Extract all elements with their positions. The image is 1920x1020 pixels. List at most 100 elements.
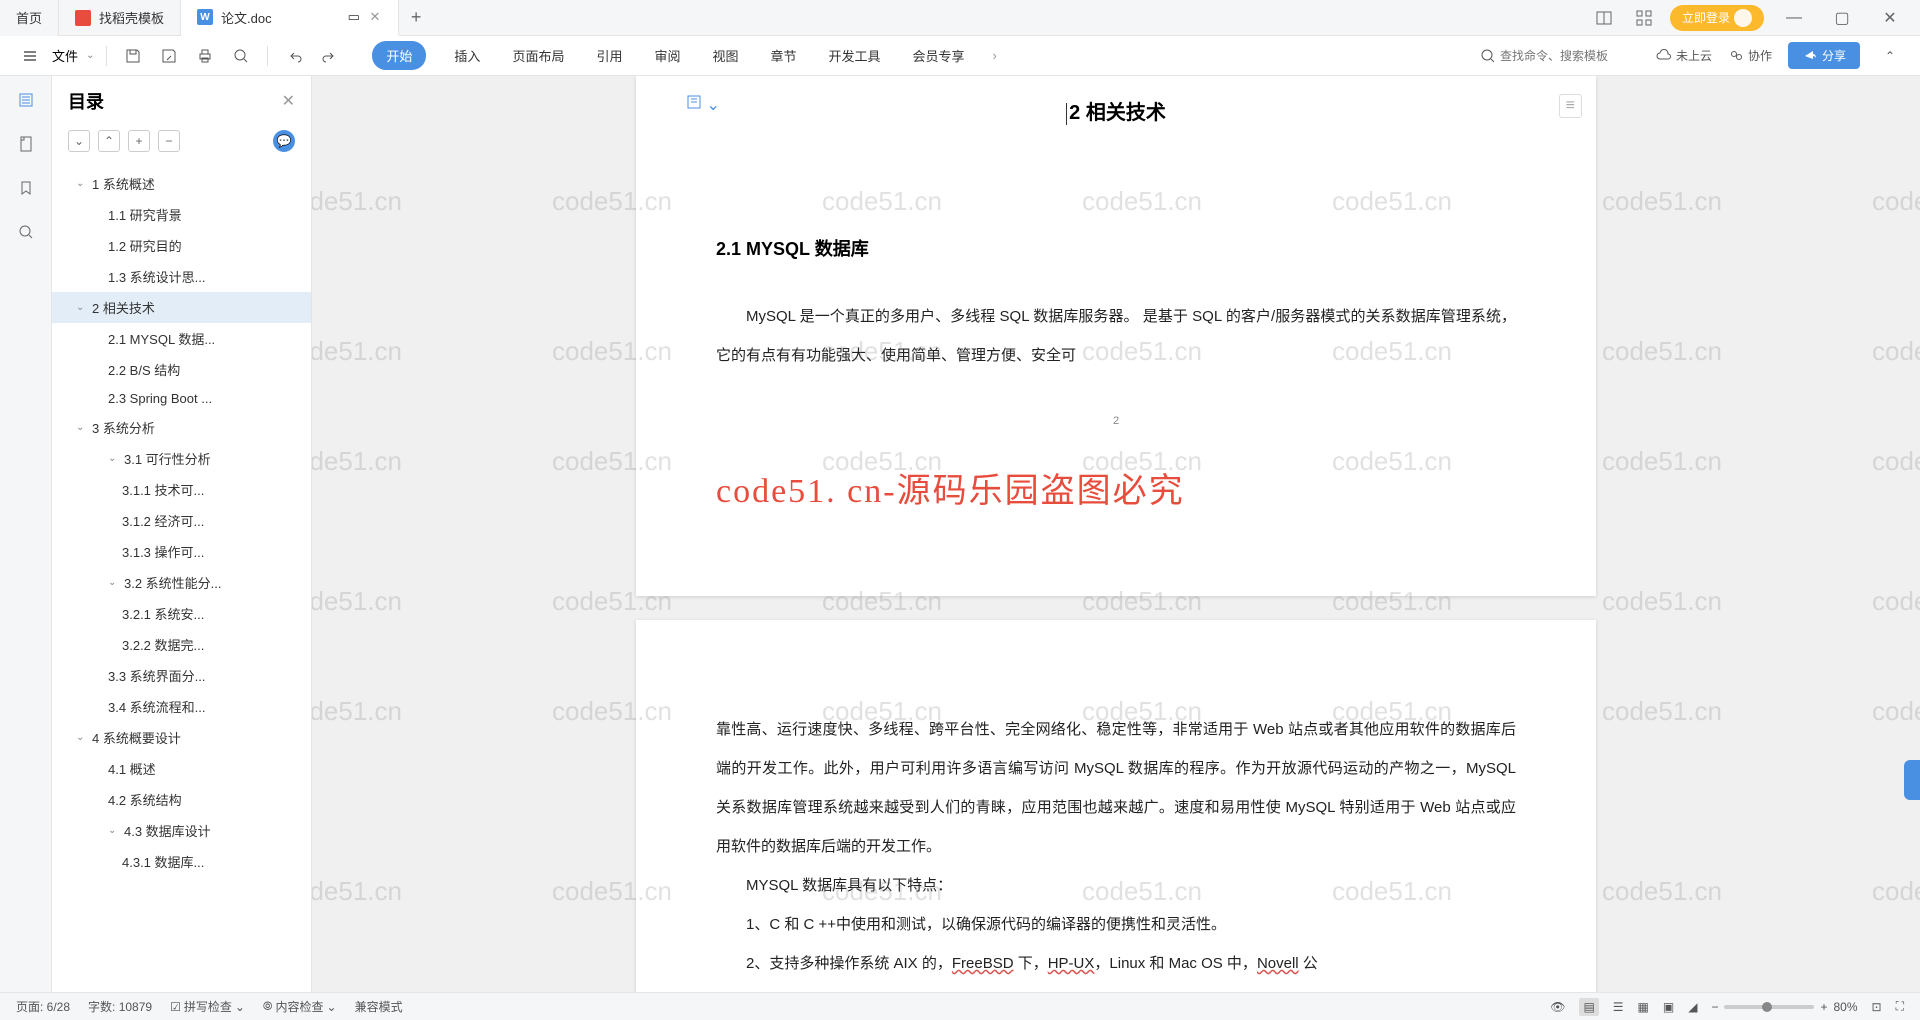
status-view-outline-icon[interactable]: ☰ [1613, 1000, 1624, 1014]
outline-item[interactable]: ⌄4 系统概要设计 [52, 722, 311, 753]
document-area[interactable]: ⌄ ≡ 2 相关技术 2.1 MYSQL 数据库 MySQL 是一个真正的多用户… [312, 76, 1920, 992]
outline-item[interactable]: 1.3 系统设计思... [52, 261, 311, 292]
outline-item[interactable]: 3.4 系统流程和... [52, 691, 311, 722]
rail-page-icon[interactable] [14, 132, 38, 156]
outline-chat-icon[interactable]: 💬 [273, 130, 295, 152]
save-icon[interactable] [119, 42, 147, 70]
zoom-in-button[interactable]: + [1820, 1000, 1827, 1014]
apps-icon[interactable] [1630, 4, 1658, 32]
zoom-out-button[interactable]: − [1711, 1000, 1718, 1014]
outline-item[interactable]: 4.1 概述 [52, 753, 311, 784]
outline-item[interactable]: 4.2 系统结构 [52, 784, 311, 815]
outline-item[interactable]: 3.1.2 经济可... [52, 505, 311, 536]
tab-window-icon[interactable]: ▭ [348, 9, 360, 25]
menu-start[interactable]: 开始 [372, 41, 426, 70]
tab-template[interactable]: 找稻壳模板 [59, 0, 181, 36]
status-compat: 兼容模式 [355, 998, 403, 1015]
outline-item[interactable]: 3.2.1 系统安... [52, 598, 311, 629]
outline-item[interactable]: ⌄3 系统分析 [52, 412, 311, 443]
tab-close-icon[interactable]: ✕ [368, 10, 382, 24]
outline-add[interactable]: + [128, 130, 150, 152]
status-fit-icon[interactable]: ⊡ [1872, 1000, 1882, 1014]
search-input[interactable] [1500, 49, 1640, 63]
outline-item[interactable]: ⌄2 相关技术 [52, 292, 311, 323]
outline-item[interactable]: 3.3 系统界面分... [52, 660, 311, 691]
menu-view[interactable]: 视图 [708, 40, 742, 71]
tab-template-label: 找稻壳模板 [99, 8, 164, 27]
file-label[interactable]: 文件 [52, 46, 78, 65]
preview-icon[interactable] [227, 42, 255, 70]
tab-document-label: 论文.doc [221, 8, 272, 27]
status-spellcheck[interactable]: ☑ 拼写检查 ⌄ [170, 998, 245, 1015]
login-button[interactable]: 立即登录 [1670, 5, 1764, 31]
rail-outline-icon[interactable] [14, 88, 38, 112]
outline-item[interactable]: 1.1 研究背景 [52, 199, 311, 230]
maximize-button[interactable]: ▢ [1824, 4, 1860, 32]
menu-overflow-icon[interactable]: › [993, 48, 997, 63]
menu-insert[interactable]: 插入 [450, 40, 484, 71]
menu-reference[interactable]: 引用 [592, 40, 626, 71]
redo-icon[interactable] [316, 42, 344, 70]
document-page-1: ⌄ ≡ 2 相关技术 2.1 MYSQL 数据库 MySQL 是一个真正的多用户… [636, 76, 1596, 596]
outline-item[interactable]: 3.1.3 操作可... [52, 536, 311, 567]
layout-icon[interactable] [1590, 4, 1618, 32]
outline-item[interactable]: ⌄4.3 数据库设计 [52, 815, 311, 846]
undo-icon[interactable] [280, 42, 308, 70]
tab-home[interactable]: 首页 [0, 0, 59, 36]
print-icon[interactable] [191, 42, 219, 70]
collab-button[interactable]: 协作 [1728, 47, 1772, 64]
save-as-icon[interactable] [155, 42, 183, 70]
cloud-status[interactable]: 未上云 [1656, 47, 1712, 64]
menu-devtools[interactable]: 开发工具 [825, 40, 885, 71]
rail-search-icon[interactable] [14, 220, 38, 244]
outline-expand-all[interactable]: ⌃ [98, 130, 120, 152]
search-icon [1480, 48, 1496, 64]
document-page-2: 靠性高、运行速度快、多线程、跨平台性、完全网络化、稳定性等，非常适用于 Web … [636, 620, 1596, 992]
zoom-control: − + 80% [1711, 1000, 1857, 1014]
share-button[interactable]: 分享 [1788, 42, 1860, 69]
outline-item[interactable]: 4.3.1 数据库... [52, 846, 311, 877]
outline-item[interactable]: 3.2.2 数据完... [52, 629, 311, 660]
page-options-icon[interactable]: ≡ [1559, 94, 1582, 118]
status-view-web-icon[interactable]: ▦ [1638, 1000, 1649, 1014]
menu-review[interactable]: 审阅 [650, 40, 684, 71]
status-eye-icon[interactable]: 👁 [1550, 1000, 1565, 1014]
status-words[interactable]: 字数: 10879 [88, 998, 152, 1015]
paragraph-1: MySQL 是一个真正的多用户、多线程 SQL 数据库服务器。 是基于 SQL … [716, 297, 1516, 375]
outline-item[interactable]: 2.1 MYSQL 数据... [52, 323, 311, 354]
toolbar-collapse-icon[interactable]: ⌃ [1876, 42, 1904, 70]
right-edge-tab[interactable] [1904, 760, 1920, 800]
outline-item[interactable]: 2.3 Spring Boot ... [52, 385, 311, 412]
status-page[interactable]: 页面: 6/28 [16, 998, 70, 1015]
outline-remove[interactable]: − [158, 130, 180, 152]
status-highlight-icon[interactable]: ◢ [1688, 1000, 1697, 1014]
status-fullscreen-icon[interactable]: ⛶ [1896, 999, 1904, 1014]
menu-layout[interactable]: 页面布局 [508, 40, 568, 71]
search-box[interactable] [1480, 48, 1640, 64]
zoom-slider[interactable] [1724, 1005, 1814, 1009]
outline-close-icon[interactable]: ✕ [282, 91, 295, 111]
status-view-read-icon[interactable]: ▣ [1663, 1000, 1674, 1014]
outline-item[interactable]: ⌄3.2 系统性能分... [52, 567, 311, 598]
chapter-title: 2 相关技术 [716, 96, 1516, 125]
rail-bookmark-icon[interactable] [14, 176, 38, 200]
zoom-value[interactable]: 80% [1834, 1000, 1858, 1014]
outline-collapse-all[interactable]: ⌄ [68, 130, 90, 152]
menu-member[interactable]: 会员专享 [909, 40, 969, 71]
menu-icon[interactable] [16, 42, 44, 70]
status-content-check[interactable]: ⦾ 内容检查 ⌄ [263, 998, 337, 1015]
outline-item[interactable]: ⌄3.1 可行性分析 [52, 443, 311, 474]
outline-item[interactable]: 1.2 研究目的 [52, 230, 311, 261]
menu-chapters[interactable]: 章节 [767, 40, 801, 71]
minimize-button[interactable]: — [1776, 4, 1812, 32]
outline-item[interactable]: ⌄1 系统概述 [52, 168, 311, 199]
outline-item[interactable]: 3.1.1 技术可... [52, 474, 311, 505]
status-view-page-icon[interactable]: ▤ [1579, 998, 1598, 1016]
new-tab-button[interactable]: + [399, 7, 434, 28]
cloud-label: 未上云 [1676, 47, 1712, 64]
page-header-insert-icon[interactable]: ⌄ [686, 94, 720, 115]
outline-panel: 目录 ✕ ⌄ ⌃ + − 💬 ⌄1 系统概述1.1 研究背景1.2 研究目的1.… [52, 76, 312, 992]
outline-item[interactable]: 2.2 B/S 结构 [52, 354, 311, 385]
tab-document[interactable]: W 论文.doc ▭ ✕ [181, 0, 399, 36]
close-button[interactable]: ✕ [1872, 4, 1908, 32]
